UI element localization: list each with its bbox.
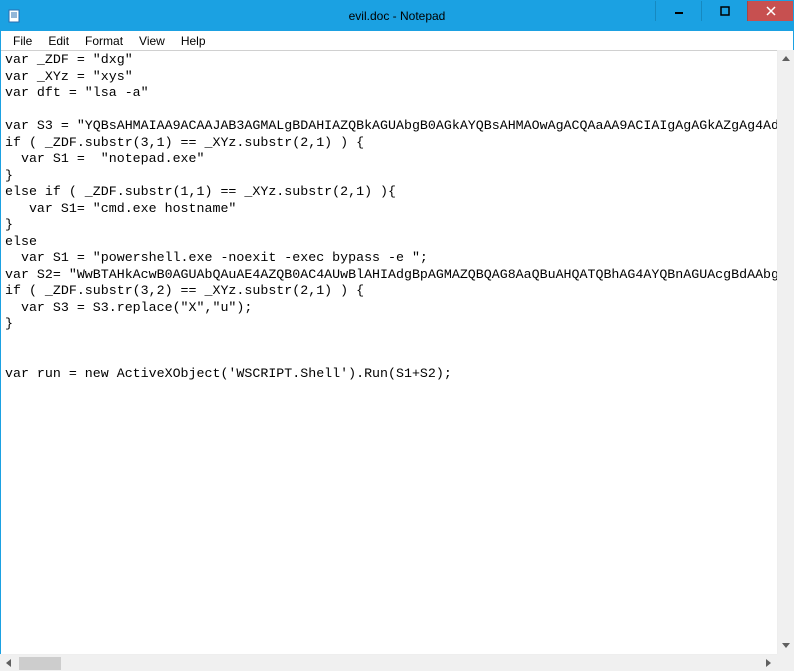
- horizontal-scroll-track[interactable]: [17, 655, 760, 671]
- horizontal-scroll-thumb[interactable]: [19, 657, 61, 670]
- scroll-down-arrow-icon[interactable]: [778, 637, 794, 654]
- notepad-app-icon: [7, 8, 23, 24]
- menu-edit[interactable]: Edit: [40, 32, 77, 50]
- vertical-scroll-track[interactable]: [778, 67, 794, 637]
- vertical-scrollbar[interactable]: [777, 50, 794, 654]
- editor-container: var _ZDF = "dxg" var _XYz = "xys" var df…: [1, 51, 793, 653]
- maximize-button[interactable]: [701, 1, 747, 21]
- scroll-left-arrow-icon[interactable]: [0, 655, 17, 671]
- text-editor-area[interactable]: var _ZDF = "dxg" var _XYz = "xys" var df…: [1, 51, 793, 653]
- scroll-right-arrow-icon[interactable]: [760, 655, 777, 671]
- scroll-up-arrow-icon[interactable]: [778, 50, 794, 67]
- scrollbar-corner: [777, 654, 794, 671]
- window-controls: [655, 1, 793, 21]
- window-title: evil.doc - Notepad: [349, 9, 446, 23]
- menu-format[interactable]: Format: [77, 32, 131, 50]
- horizontal-scrollbar[interactable]: [0, 654, 777, 671]
- menu-file[interactable]: File: [5, 32, 40, 50]
- minimize-button[interactable]: [655, 1, 701, 21]
- window-titlebar: evil.doc - Notepad: [1, 1, 793, 31]
- close-button[interactable]: [747, 1, 793, 21]
- menu-help[interactable]: Help: [173, 32, 214, 50]
- menubar: File Edit Format View Help: [1, 31, 793, 51]
- menu-view[interactable]: View: [131, 32, 173, 50]
